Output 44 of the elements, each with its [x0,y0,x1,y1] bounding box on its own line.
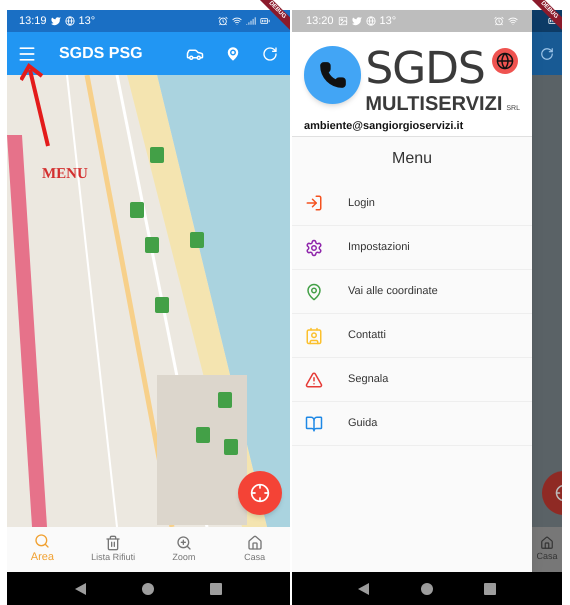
status-temperature: 13° [380,14,396,29]
crosshair-icon [250,483,270,503]
signal-icon [246,16,256,26]
status-time: 13:20 [306,14,334,29]
globe-icon [496,52,514,70]
recents-square-icon[interactable] [484,582,496,594]
zoom-in-icon [176,534,192,551]
refresh-icon [540,46,554,60]
nav-tab[interactable]: Casa [219,527,290,572]
search-icon [34,533,50,550]
phone-icon [318,61,347,89]
home-icon [246,534,263,551]
email-text: ambiente@sangiorgioservizi.it [304,119,464,134]
trash-icon [105,534,122,551]
nav-tab[interactable]: Lista Rifiuti [78,527,148,572]
back-icon[interactable] [358,582,370,594]
menu-item[interactable]: Login [292,181,532,225]
bird-icon [50,16,61,26]
app-title: SGDS PSG [59,44,144,64]
wifi-icon [232,16,242,26]
logo-title: SGDS [365,44,485,94]
home-circle-icon[interactable] [420,582,433,594]
nav-tab[interactable]: Zoom [148,527,220,572]
recents-square-icon[interactable] [210,582,222,594]
home-circle-icon[interactable] [142,582,154,594]
alarm-icon [218,16,228,26]
nav-label: Casa [536,550,558,563]
bird-icon [352,16,362,26]
alarm-icon [494,16,504,26]
menu-title: Menu [390,149,434,169]
language-button[interactable] [492,48,518,74]
home-icon [540,536,554,550]
image-icon [338,16,348,26]
back-icon[interactable] [74,582,87,594]
status-time: 13:19 [19,14,47,29]
logo-subtitle: MULTISERVIZI [365,94,502,114]
annotation-label: MENU [42,165,88,184]
status-temperature: 13° [78,14,96,29]
globe-icon [366,16,376,26]
refresh-icon[interactable] [262,46,278,62]
wifi-icon [508,16,518,26]
globe-icon [64,16,75,26]
phone-button[interactable] [304,46,362,104]
battery-icon [260,16,270,26]
